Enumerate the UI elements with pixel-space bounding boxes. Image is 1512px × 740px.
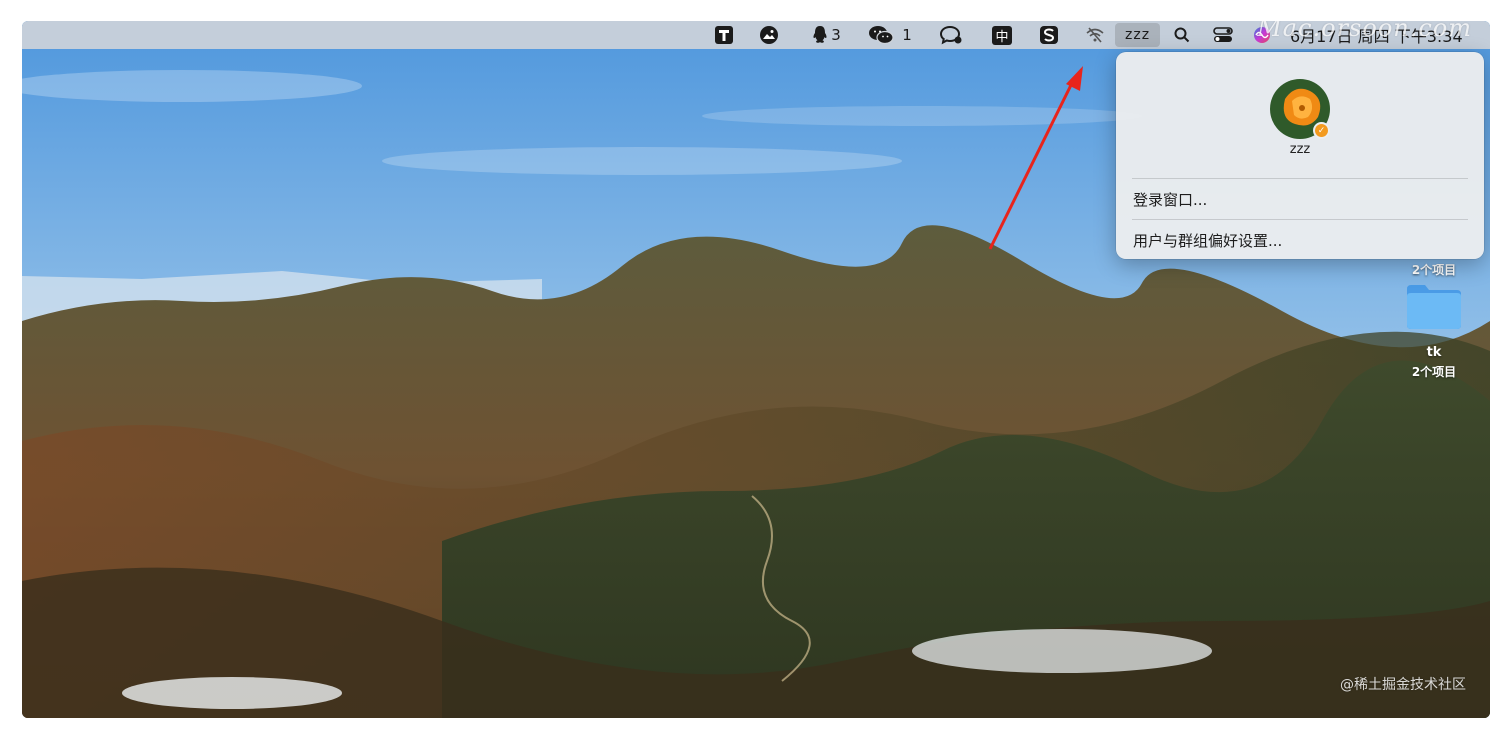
top-watermark: Mac.orsoon.com [1257,21,1472,42]
input-method-label: 中 [992,25,1012,45]
wechat-icon [869,26,894,45]
qq-badge: 3 [831,26,841,44]
desktop-item-count: 2个项目 [1411,365,1457,379]
s-app-icon[interactable] [1037,21,1061,49]
search-icon[interactable] [1171,21,1193,49]
menu-separator [1132,219,1468,220]
typora-icon[interactable] [712,21,736,49]
photo-app-icon[interactable] [757,21,781,49]
menu-separator [1132,178,1468,179]
chat-bubble-icon[interactable] [938,21,964,49]
dropdown-user-name: zzz [1289,142,1311,157]
qq-icon [813,26,827,43]
menu-bar: 3 1 中 zzz 6月17日 周四 下午3:34 Mac.orsoon.com [22,21,1490,49]
input-method-icon[interactable]: 中 [990,21,1014,49]
user-dropdown-menu: ✓ zzz 登录窗口... 用户与群组偏好设置... [1116,52,1484,259]
users-groups-prefs-menu-item[interactable]: 用户与群组偏好设置... [1133,230,1282,251]
bottom-watermark: @稀土掘金技术社区 [1340,677,1466,693]
checkmark-badge-icon: ✓ [1313,122,1330,139]
desktop-screen: 3 1 中 zzz 6月17日 周四 下午3:34 Mac.orsoon.com [22,21,1490,718]
desktop-item-name[interactable]: tk [1392,345,1476,360]
qq-tray[interactable]: 3 [806,21,846,49]
user-menu-button[interactable]: zzz [1115,23,1161,47]
login-window-menu-item[interactable]: 登录窗口... [1133,189,1207,210]
desktop-item-count: 2个项目 [1411,263,1457,277]
wechat-tray[interactable]: 1 [867,21,913,49]
wechat-badge: 1 [902,26,912,44]
folder-icon[interactable] [1405,281,1463,331]
wifi-off-icon[interactable] [1084,21,1106,49]
control-center-icon[interactable] [1211,21,1235,49]
avatar: ✓ [1270,79,1330,139]
